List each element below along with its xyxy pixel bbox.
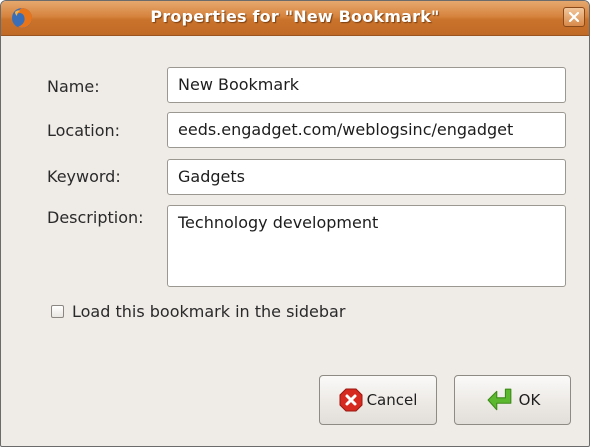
title-bar[interactable]: Properties for "New Bookmark" xyxy=(1,1,589,36)
description-label: Description: xyxy=(47,208,144,227)
cancel-button-label: Cancel xyxy=(366,391,418,409)
name-field[interactable]: New Bookmark xyxy=(167,67,566,103)
location-label: Location: xyxy=(47,121,121,140)
keyword-field[interactable]: Gadgets xyxy=(167,159,566,195)
cancel-button[interactable]: Cancel xyxy=(319,375,437,425)
properties-dialog: Properties for "New Bookmark" Name: New … xyxy=(0,0,590,447)
ok-button[interactable]: OK xyxy=(454,375,571,425)
window-title: Properties for "New Bookmark" xyxy=(150,7,440,26)
sidebar-checkbox-label[interactable]: Load this bookmark in the sidebar xyxy=(72,302,345,321)
ok-button-label: OK xyxy=(518,391,541,409)
description-field[interactable]: Technology development xyxy=(167,205,566,287)
location-field[interactable]: eeds.engadget.com/weblogsinc/engadget xyxy=(167,112,566,148)
cancel-icon xyxy=(339,388,363,412)
name-label: Name: xyxy=(47,77,100,96)
close-icon xyxy=(569,12,579,22)
sidebar-checkbox-row[interactable]: Load this bookmark in the sidebar xyxy=(51,302,345,321)
ok-arrow-icon xyxy=(487,388,512,411)
close-button[interactable] xyxy=(563,7,585,27)
keyword-label: Keyword: xyxy=(47,167,121,186)
sidebar-checkbox[interactable] xyxy=(51,305,64,318)
